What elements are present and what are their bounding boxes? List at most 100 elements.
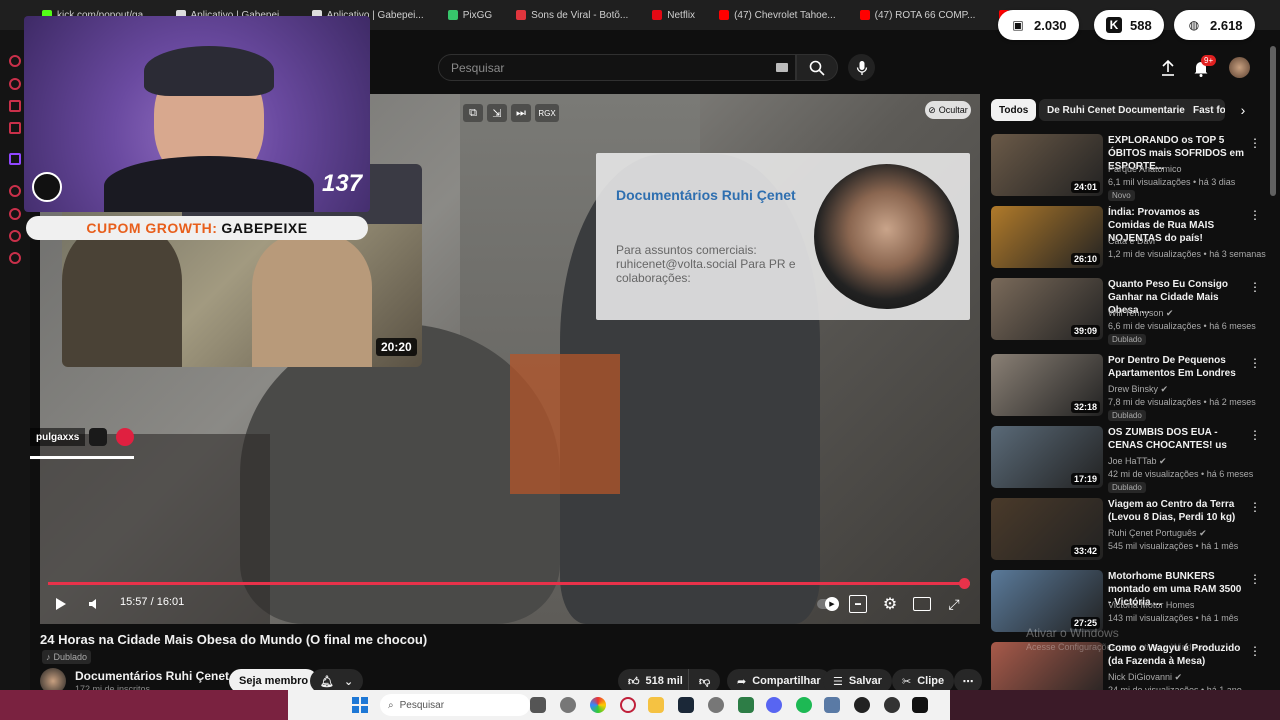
recommendation-item[interactable]: 32:18 Por Dentro De Pequenos Apartamentos… bbox=[991, 354, 1261, 421]
recommendation-item[interactable]: 33:42 Viagem ao Centro da Terra (Levou 8 … bbox=[991, 498, 1261, 564]
captions-button[interactable]: ▬ bbox=[849, 595, 867, 613]
opera-icon[interactable] bbox=[620, 697, 636, 713]
settings-icon[interactable] bbox=[9, 252, 21, 264]
obs-icon[interactable] bbox=[884, 697, 900, 713]
search-button[interactable] bbox=[796, 54, 838, 81]
more-options-icon[interactable]: ⋮ bbox=[1249, 644, 1261, 658]
spotify-icon[interactable] bbox=[796, 697, 812, 713]
recommendation-channel[interactable]: Will Tennyson ✔ bbox=[1108, 308, 1173, 319]
keyboard-icon[interactable] bbox=[776, 63, 788, 72]
recommendation-thumbnail[interactable]: 39:09 bbox=[991, 278, 1103, 340]
progress-bar[interactable] bbox=[48, 582, 970, 585]
sidebar-app-icon[interactable] bbox=[9, 122, 21, 134]
taskbar-app-icon[interactable] bbox=[912, 697, 928, 713]
recommendation-item[interactable]: 26:10 Índia: Provamos as Comidas de Rua M… bbox=[991, 206, 1266, 272]
recommendation-thumbnail[interactable]: 26:10 bbox=[991, 206, 1103, 268]
sidebar-app-icon[interactable] bbox=[9, 185, 21, 197]
taskbar-app-icon[interactable] bbox=[708, 697, 724, 713]
avatar[interactable] bbox=[1229, 57, 1250, 78]
hide-label: Ocultar bbox=[938, 105, 968, 115]
time-display: 15:57 / 16:01 bbox=[120, 596, 185, 608]
chevron-right-icon[interactable]: › bbox=[1235, 102, 1251, 118]
hide-endcard-button[interactable]: ⊘ Ocultar bbox=[925, 101, 971, 119]
voice-search-button[interactable] bbox=[848, 54, 875, 81]
taskbar-app-icon[interactable] bbox=[530, 697, 546, 713]
steam-icon[interactable] bbox=[678, 697, 694, 713]
taskbar-app-icon[interactable] bbox=[854, 697, 870, 713]
sidebar-app-icon[interactable] bbox=[9, 55, 21, 67]
taskbar-app-icon[interactable] bbox=[738, 697, 754, 713]
discord-icon[interactable] bbox=[766, 697, 782, 713]
more-options-icon[interactable]: ⋮ bbox=[1249, 136, 1261, 150]
endcard-avatar[interactable] bbox=[814, 164, 959, 309]
folder-icon[interactable] bbox=[648, 697, 664, 713]
recommendation-item[interactable]: 17:19 OS ZUMBIS DOS EUA - CENAS CHOCANTES… bbox=[991, 426, 1261, 493]
recommendation-channel[interactable]: Parque Anatomico bbox=[1108, 164, 1182, 174]
more-options-icon[interactable]: ⋮ bbox=[1249, 572, 1261, 586]
chip-all[interactable]: Todos bbox=[991, 99, 1037, 121]
recommendation-thumbnail[interactable]: 24:01 bbox=[991, 134, 1103, 196]
play-icon bbox=[56, 598, 66, 610]
webcam-overlay: 137 bbox=[24, 16, 370, 212]
scrollbar[interactable] bbox=[1270, 46, 1276, 196]
recommendation-thumbnail[interactable]: 33:42 bbox=[991, 498, 1103, 560]
fullscreen-button[interactable]: ⤢ bbox=[944, 594, 964, 614]
recommendation-title[interactable]: OS ZUMBIS DOS EUA - CENAS CHOCANTES! us bbox=[1108, 426, 1244, 452]
recommendation-channel-text: Nick DiGiovanni bbox=[1108, 672, 1173, 682]
more-options-icon[interactable]: ⋮ bbox=[1249, 356, 1261, 370]
taskbar-search[interactable]: ⌕ Pesquisar bbox=[380, 694, 530, 716]
windows-start-icon[interactable] bbox=[352, 697, 368, 713]
more-options-icon[interactable]: ⋮ bbox=[1249, 428, 1261, 442]
bookmark-item[interactable]: PixGG bbox=[436, 0, 504, 30]
rgx-button[interactable]: RGX bbox=[535, 104, 559, 122]
chip-channel[interactable]: De Ruhi Cenet Documentaries bbox=[1039, 99, 1199, 121]
recommendation-title[interactable]: Por Dentro De Pequenos Apartamentos Em L… bbox=[1108, 354, 1244, 380]
sidebar-app-icon[interactable] bbox=[9, 208, 21, 220]
more-options-icon[interactable]: ⋮ bbox=[1249, 500, 1261, 514]
recommendation-channel[interactable]: Cata e Davi bbox=[1108, 236, 1155, 246]
recommendation-channel[interactable]: Drew Binsky ✔ bbox=[1108, 384, 1168, 395]
recommendation-channel[interactable]: Ruhi Çenet Português ✔ bbox=[1108, 528, 1207, 539]
overlay-button[interactable]: ⧉ bbox=[463, 104, 483, 122]
recommendation-channel-text: Ruhi Çenet Português bbox=[1108, 528, 1197, 538]
channel-name[interactable]: Documentários Ruhi Çenet ✔ bbox=[75, 669, 240, 683]
recommendation-thumbnail[interactable]: 27:25 bbox=[991, 570, 1103, 632]
settings-button[interactable]: ⚙ bbox=[880, 594, 900, 614]
recommendation-badge: Novo bbox=[1108, 190, 1135, 201]
recommendation-channel[interactable]: Nick DiGiovanni ✔ bbox=[1108, 672, 1182, 683]
search-input[interactable]: Pesquisar bbox=[438, 54, 796, 81]
thumbnail-figure bbox=[252, 234, 372, 367]
overlay-button[interactable]: ⏭ bbox=[511, 104, 531, 122]
volume-button[interactable] bbox=[86, 595, 104, 613]
recommendation-thumbnail[interactable]: 32:18 bbox=[991, 354, 1103, 416]
play-button[interactable] bbox=[52, 595, 70, 613]
channel-endcard[interactable]: Documentários Ruhi Çenet Para assuntos c… bbox=[596, 153, 970, 320]
overlay-button[interactable]: ⇲ bbox=[487, 104, 507, 122]
bookmark-item[interactable]: Sons de Viral - Botõ... bbox=[504, 0, 640, 30]
chip-fast-food[interactable]: Fast fo bbox=[1185, 99, 1225, 121]
sidebar-app-icon[interactable] bbox=[9, 78, 21, 90]
chrome-icon[interactable] bbox=[590, 697, 606, 713]
share-label: Compartilhar bbox=[752, 675, 821, 687]
more-options-icon[interactable]: ⋮ bbox=[1249, 208, 1261, 222]
recommendation-item[interactable]: 39:09 Quanto Peso Eu Consigo Ganhar na Ci… bbox=[991, 278, 1261, 345]
taskbar-app-icon[interactable] bbox=[560, 697, 576, 713]
recommendation-channel[interactable]: Joe HaTTab ✔ bbox=[1108, 456, 1167, 467]
recommendation-item[interactable]: 24:01 EXPLORANDO os TOP 5 ÓBITOS mais SOF… bbox=[991, 134, 1261, 201]
more-options-icon[interactable]: ⋮ bbox=[1249, 280, 1261, 294]
settings-icon[interactable] bbox=[824, 697, 840, 713]
recommendation-title[interactable]: Viagem ao Centro da Terra (Levou 8 Dias,… bbox=[1108, 498, 1244, 524]
scrubber-handle[interactable] bbox=[958, 578, 970, 589]
sidebar-app-icon[interactable] bbox=[9, 230, 21, 242]
bookmark-item[interactable]: (47) ROTA 66 COMP... bbox=[848, 0, 988, 30]
notifications-button[interactable]: 9+ bbox=[1193, 55, 1217, 82]
recommendation-thumbnail[interactable]: 17:19 bbox=[991, 426, 1103, 488]
bookmark-item[interactable]: (47) Chevrolet Tahoe... bbox=[707, 0, 848, 30]
bookmark-item[interactable]: Netflix bbox=[640, 0, 707, 30]
sidebar-app-icon[interactable] bbox=[9, 100, 21, 112]
upload-button[interactable] bbox=[1160, 59, 1176, 82]
miniplayer-button[interactable] bbox=[913, 597, 931, 611]
autoplay-toggle[interactable]: ▶ bbox=[815, 595, 841, 613]
recommendation-channel[interactable]: Victória Motor Homes bbox=[1108, 600, 1194, 610]
twitch-icon[interactable] bbox=[9, 153, 21, 165]
